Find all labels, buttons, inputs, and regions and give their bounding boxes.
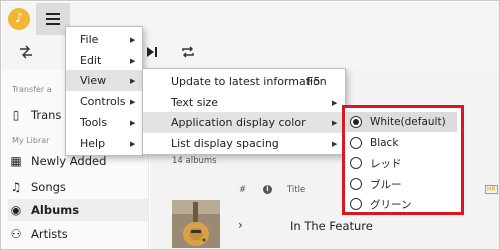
chevron-right-icon: ▶ xyxy=(130,118,136,127)
grid-icon: ▦ xyxy=(10,154,22,168)
chevron-right-icon: ▶ xyxy=(130,97,136,106)
chevron-right-icon: ▶ xyxy=(130,35,136,44)
sidebar-item-songs[interactable]: ♫ Songs xyxy=(8,176,148,198)
sidebar-section-library: My Librar xyxy=(12,136,50,145)
menu-item-file[interactable]: File ▶ xyxy=(66,29,142,50)
sidebar-item-label: Trans xyxy=(31,108,62,122)
menu-item-label: File xyxy=(80,33,99,46)
menu-item-update-info[interactable]: Update to latest information F5 xyxy=(143,71,345,92)
menu-item-edit[interactable]: Edit ▶ xyxy=(66,50,142,71)
menu-item-label: Text size xyxy=(171,96,219,109)
album-cover[interactable] xyxy=(172,200,220,248)
music-note-icon: ♪ xyxy=(8,8,30,30)
menu-item-label: List display spacing xyxy=(171,137,279,150)
menu-item-controls[interactable]: Controls ▶ xyxy=(66,91,142,112)
album-count: 14 albums xyxy=(172,156,217,166)
menu-item-tools[interactable]: Tools ▶ xyxy=(66,112,142,133)
sidebar-item-artists[interactable]: ⚇ Artists xyxy=(8,223,148,245)
shortcut-label: F5 xyxy=(307,75,321,88)
sidebar-section-transfer: Transfer a xyxy=(12,85,52,94)
highlight-box xyxy=(342,105,464,215)
info-icon: i xyxy=(263,185,272,194)
main-menu: File ▶ Edit ▶ View ▶ Controls ▶ Tools ▶ … xyxy=(65,26,143,156)
menu-item-help[interactable]: Help ▶ xyxy=(66,133,142,154)
album-title[interactable]: In The Feature xyxy=(290,219,373,233)
chevron-right-icon: ▶ xyxy=(332,118,338,127)
menu-item-label: View xyxy=(80,74,107,87)
chevron-right-icon: ▶ xyxy=(130,56,136,65)
app-window: ♪ Transfer a ▯ Trans My Librar ▦ Newly A… xyxy=(0,0,500,250)
chevron-right-icon: ▶ xyxy=(130,139,136,148)
next-track-icon[interactable] xyxy=(145,45,159,59)
menu-item-label: Controls xyxy=(80,95,126,108)
disc-icon: ◉ xyxy=(10,203,22,217)
menu-item-label: Help xyxy=(80,137,106,150)
menu-item-view[interactable]: View ▶ xyxy=(66,70,142,91)
person-icon: ⚇ xyxy=(10,227,22,241)
hr-badge: HR xyxy=(485,185,498,194)
menu-item-label: Edit xyxy=(80,54,102,67)
sidebar-item-label: Newly Added xyxy=(31,154,107,168)
menu-item-display-color[interactable]: Application display color ▶ xyxy=(143,112,345,133)
chevron-right-icon[interactable]: › xyxy=(238,218,243,232)
chevron-right-icon: ▶ xyxy=(332,139,338,148)
sidebar-item-label: Albums xyxy=(31,203,80,217)
col-number[interactable]: # xyxy=(239,185,246,195)
sidebar-item-label: Songs xyxy=(31,180,66,194)
menu-item-text-size[interactable]: Text size ▶ xyxy=(143,92,345,113)
chevron-right-icon: ▶ xyxy=(332,98,338,107)
music-note-icon: ♫ xyxy=(10,180,22,194)
sidebar-item-label: Artists xyxy=(31,227,68,241)
menu-item-label: Application display color xyxy=(171,116,306,129)
chevron-right-icon: ▶ xyxy=(130,76,136,85)
col-title[interactable]: Title xyxy=(287,185,305,195)
menu-item-label: Update to latest information xyxy=(171,75,327,88)
menu-item-list-spacing[interactable]: List display spacing ▶ xyxy=(143,133,345,154)
shuffle-icon[interactable] xyxy=(18,45,34,59)
menu-item-label: Tools xyxy=(80,116,108,129)
device-icon: ▯ xyxy=(12,108,20,122)
repeat-icon[interactable] xyxy=(180,44,196,60)
view-submenu: Update to latest information F5 Text siz… xyxy=(142,68,346,155)
sidebar-item-albums[interactable]: ◉ Albums xyxy=(8,199,148,221)
guitar-image xyxy=(172,200,220,248)
